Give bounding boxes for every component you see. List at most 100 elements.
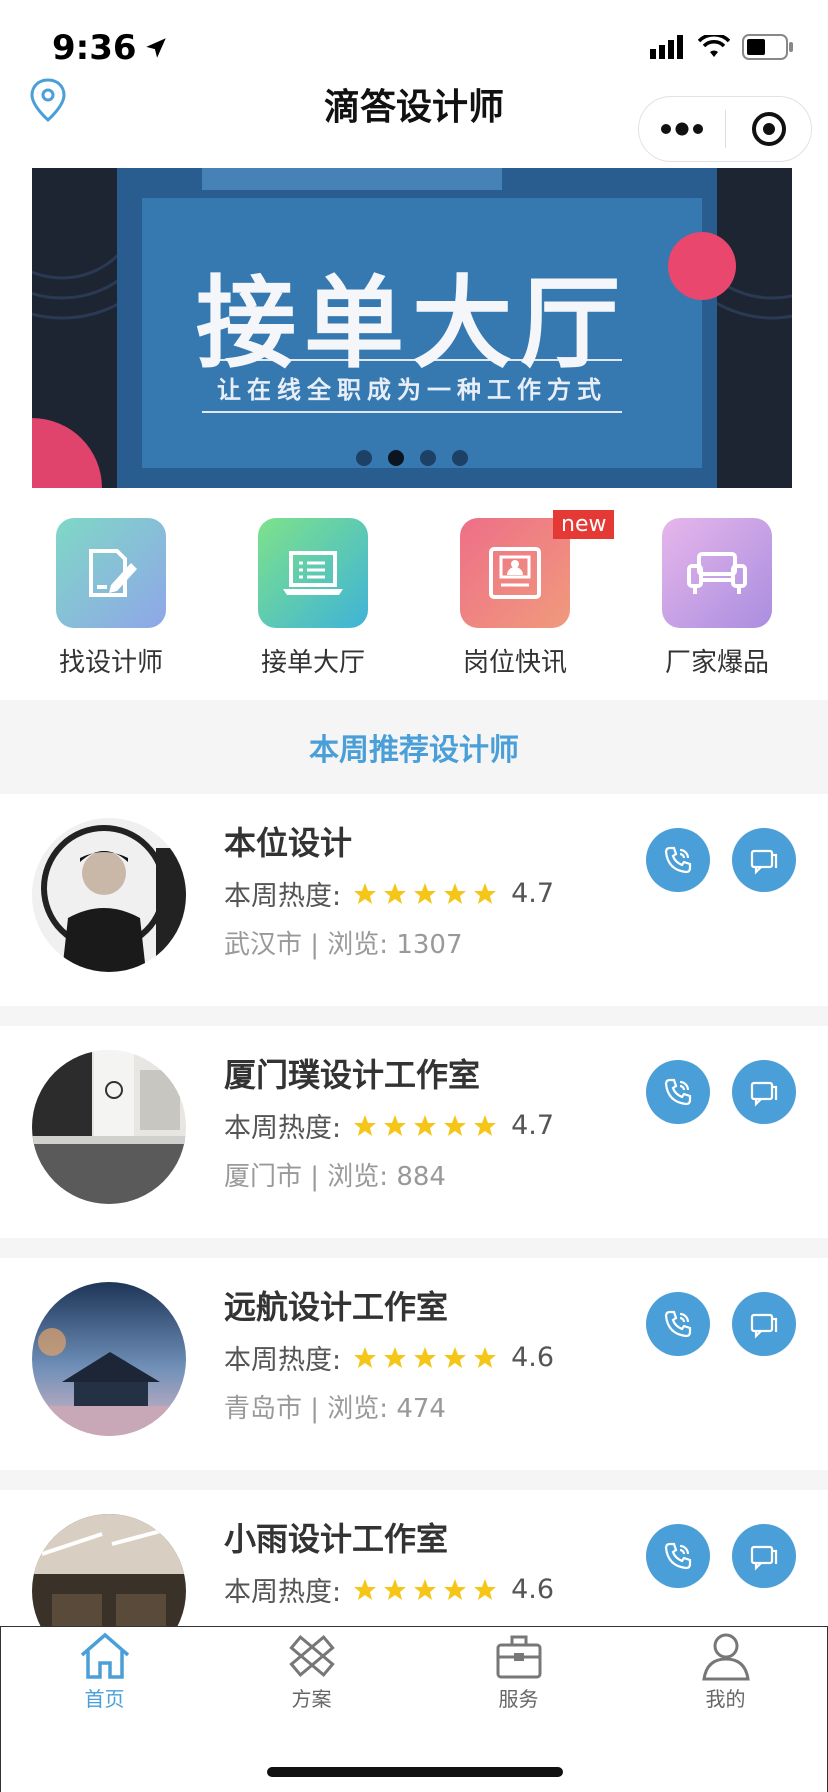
designer-rating-row: 本周热度: 4.7: [224, 1106, 554, 1145]
designer-meta: 厦门市 | 浏览: 884: [224, 1162, 446, 1192]
ruler-pencil-icon: [288, 1635, 335, 1677]
carousel-indicator: [32, 450, 792, 466]
more-menu-button[interactable]: [639, 97, 725, 161]
chat-bubble-icon: [750, 849, 778, 875]
carousel-dot[interactable]: [452, 450, 468, 466]
designer-name: 远航设计工作室: [224, 1288, 449, 1326]
bottom-tab-bar: 首页 方案 服务 我的: [0, 1626, 828, 1792]
card-separator: [0, 1470, 828, 1490]
close-button[interactable]: [726, 97, 811, 161]
quick-entry-find-designer[interactable]: 找设计师: [21, 518, 201, 688]
time-text: 9:36: [52, 28, 137, 68]
phone-icon: [664, 1078, 692, 1106]
designer-rating-row: 本周热度: 4.7: [224, 874, 554, 913]
target-close-icon: [751, 112, 786, 146]
star-icon: [474, 1114, 497, 1136]
banner-subtitle: 让在线全职成为一种工作方式: [217, 376, 607, 404]
designer-rating-row: 本周热度: 4.6: [224, 1570, 554, 1609]
star-icon: [474, 1346, 497, 1368]
status-bar: 9:36: [0, 0, 828, 70]
phone-icon: [664, 1542, 692, 1570]
call-button[interactable]: [646, 828, 710, 892]
heat-label: 本周热度:: [224, 1345, 342, 1376]
designer-card[interactable]: 厦门璞设计工作室 本周热度: 4.7 厦门市 | 浏览: 884: [0, 1026, 828, 1238]
star-icon: [444, 882, 467, 904]
sofa-icon: [662, 518, 772, 628]
quick-entry-grid: 找设计师 接单大厅 new 岗位快讯 厂家爆品: [0, 510, 828, 688]
nav-bar: 滴答设计师: [0, 70, 828, 162]
quick-entry-label: 厂家爆品: [664, 648, 769, 678]
call-button[interactable]: [646, 1524, 710, 1588]
heat-label: 本周热度:: [224, 1577, 342, 1608]
chat-button[interactable]: [732, 1292, 796, 1356]
designer-meta: 青岛市 | 浏览: 474: [224, 1394, 446, 1424]
home-indicator[interactable]: [267, 1767, 563, 1777]
star-icon: [384, 1114, 407, 1136]
star-icon: [354, 882, 377, 904]
tab-services[interactable]: 服务: [415, 1631, 622, 1712]
card-separator: [0, 1006, 828, 1026]
chat-button[interactable]: [732, 1524, 796, 1588]
mini-program-capsule: [638, 96, 812, 162]
banner-title: 接单大厅: [196, 265, 628, 382]
rating-score: 4.7: [511, 1110, 555, 1141]
section-title: 本周推荐设计师: [309, 733, 519, 768]
tab-label: 服务: [498, 1687, 539, 1711]
quick-entry-factory-products[interactable]: 厂家爆品: [627, 518, 807, 688]
edit-document-icon: [56, 518, 166, 628]
chat-button[interactable]: [732, 1060, 796, 1124]
star-icon: [444, 1114, 467, 1136]
star-icon: [384, 1346, 407, 1368]
phone-icon: [664, 1310, 692, 1338]
battery-icon: [742, 34, 794, 60]
call-button[interactable]: [646, 1060, 710, 1124]
wifi-icon: [698, 35, 730, 59]
tab-home[interactable]: 首页: [1, 1631, 208, 1712]
quick-entry-label: 岗位快讯: [462, 648, 567, 678]
heat-label: 本周热度:: [224, 881, 342, 912]
star-icon: [414, 882, 437, 904]
quick-entry-label: 找设计师: [58, 648, 163, 678]
tab-label: 方案: [291, 1687, 332, 1711]
new-badge: new: [553, 510, 615, 539]
star-icon: [414, 1114, 437, 1136]
chat-bubble-icon: [750, 1313, 778, 1339]
rating-score: 4.6: [511, 1342, 555, 1373]
star-rating: [353, 1114, 497, 1138]
star-icon: [414, 1578, 437, 1600]
phone-icon: [664, 846, 692, 874]
banner-carousel[interactable]: 接单大厅 让在线全职成为一种工作方式: [32, 168, 792, 488]
card-separator: [0, 1238, 828, 1258]
rating-score: 4.6: [511, 1574, 555, 1605]
carousel-dot[interactable]: [356, 450, 372, 466]
tab-label: 首页: [84, 1687, 125, 1711]
star-icon: [354, 1346, 377, 1368]
tab-mine[interactable]: 我的: [622, 1631, 828, 1712]
designer-avatar: [32, 1050, 186, 1204]
home-icon: [80, 1632, 129, 1679]
star-icon: [354, 1114, 377, 1136]
designer-card[interactable]: 远航设计工作室 本周热度: 4.6 青岛市 | 浏览: 474: [0, 1258, 828, 1470]
chat-bubble-icon: [750, 1081, 778, 1107]
quick-entry-job-news[interactable]: new 岗位快讯: [425, 510, 615, 688]
tab-plans[interactable]: 方案: [208, 1631, 415, 1712]
designer-name: 小雨设计工作室: [224, 1520, 449, 1558]
designer-rating-row: 本周热度: 4.6: [224, 1338, 554, 1377]
quick-entry-order-hall[interactable]: 接单大厅: [223, 518, 403, 688]
star-icon: [354, 1578, 377, 1600]
star-icon: [444, 1346, 467, 1368]
designer-name: 厦门璞设计工作室: [224, 1056, 481, 1094]
star-icon: [384, 882, 407, 904]
toolbox-icon: [496, 1635, 541, 1679]
designer-avatar: [32, 1282, 186, 1436]
star-icon: [414, 1346, 437, 1368]
more-dots-icon: [661, 122, 703, 136]
carousel-dot[interactable]: [420, 450, 436, 466]
carousel-dot-active[interactable]: [388, 450, 404, 466]
chat-button[interactable]: [732, 828, 796, 892]
laptop-icon: [258, 518, 368, 628]
status-time: 9:36: [52, 28, 169, 68]
call-button[interactable]: [646, 1292, 710, 1356]
designer-card[interactable]: 本位设计 本周热度: 4.7 武汉市 | 浏览: 1307: [0, 794, 828, 1006]
chat-bubble-icon: [750, 1545, 778, 1571]
